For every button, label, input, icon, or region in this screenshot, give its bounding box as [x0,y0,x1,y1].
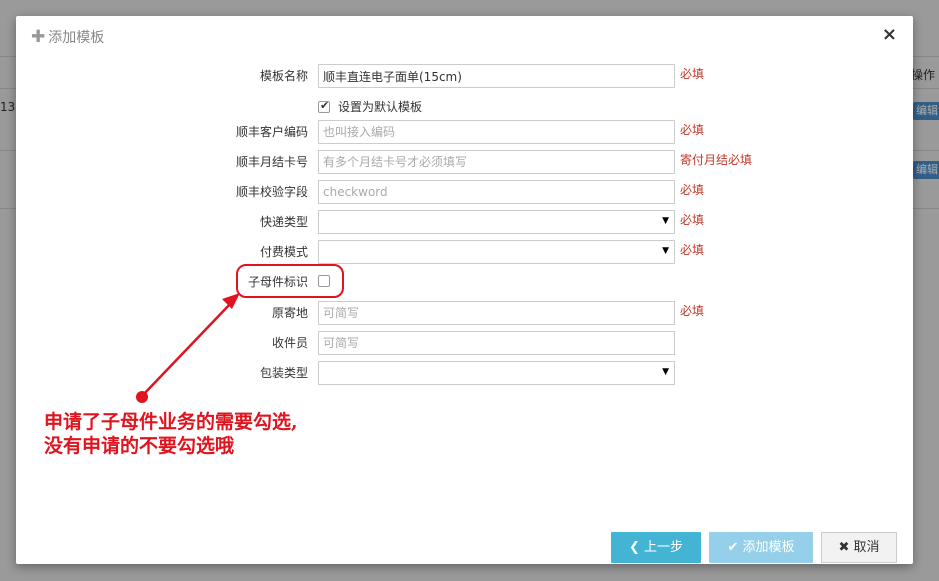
add-template-label: 添加模板 [742,540,795,555]
prev-step-button[interactable]: ❮ 上一步 [611,532,701,563]
cancel-button[interactable]: ✖ 取消 [821,532,897,563]
check-icon: ✔ [727,540,739,555]
prev-step-label: 上一步 [643,540,683,555]
add-template-button[interactable]: ✔ 添加模板 [709,532,813,563]
annotation-arrow [136,293,240,403]
annotation-line-2: 没有申请的不要勾选哦 [44,435,235,457]
annotation-line-1: 申请了子母件业务的需要勾选, [44,411,298,433]
cancel-label: 取消 [853,540,880,555]
chevron-left-icon: ❮ [629,540,640,555]
close-x-icon: ✖ [838,540,850,555]
annotation-text: 申请了子母件业务的需要勾选, 没有申请的不要勾选哦 [44,410,298,458]
